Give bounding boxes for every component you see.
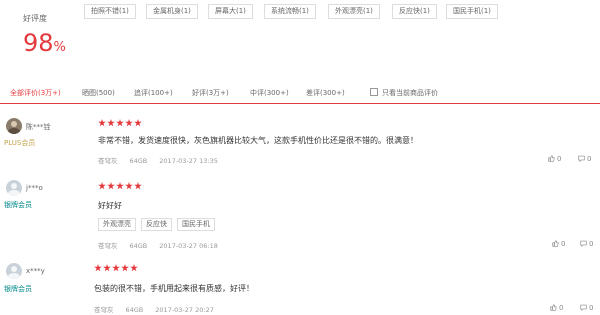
only-current-product-checkbox[interactable]: [370, 88, 378, 96]
product-color: 苍穹灰: [98, 242, 118, 250]
star-icon: [130, 264, 138, 272]
star-icon: [98, 182, 106, 190]
impression-tag[interactable]: 反应快(1): [392, 4, 437, 19]
review-tag: 国民手机: [177, 218, 215, 231]
product-storage: 64GB: [129, 157, 148, 165]
impression-tag[interactable]: 国民手机(1): [446, 4, 498, 19]
impression-tag[interactable]: 系统流畅(1): [264, 4, 316, 19]
star-icon: [107, 182, 115, 190]
comment-filter-bar: 全部评价(3万+) 晒图(500) 追评(100+) 好评(3万+) 中评(30…: [0, 82, 600, 104]
comment-count: 0: [589, 304, 594, 312]
star-icon: [112, 264, 120, 272]
review-tag: 外观漂亮: [98, 218, 136, 231]
star-icon: [107, 119, 115, 127]
comment-summary: 好评度 98% 拍照不错(1) 金属机身(1) 屏幕大(1) 系统流畅(1) 外…: [0, 0, 600, 82]
comment-count: 0: [587, 155, 592, 163]
review-tag: 反应快: [141, 218, 172, 231]
thumbs-up-icon: [550, 304, 557, 311]
like-button[interactable]: 0: [552, 240, 565, 248]
star-icon: [125, 119, 133, 127]
filter-tab-followup[interactable]: 追评(100+): [134, 88, 173, 98]
thumbs-up-icon: [548, 155, 555, 162]
star-rating: [98, 119, 143, 128]
star-rating: [94, 264, 139, 273]
star-icon: [98, 119, 106, 127]
good-rate-label: 好评度: [23, 14, 47, 23]
star-icon: [125, 182, 133, 190]
like-count: 0: [559, 304, 564, 312]
thumbs-up-icon: [552, 240, 559, 247]
good-rate-value: 98%: [23, 30, 66, 61]
review-content: 包装的很不错，手机用起来很有质感，好评！: [94, 284, 254, 293]
star-icon: [116, 182, 124, 190]
like-count: 0: [557, 155, 562, 163]
impression-tag[interactable]: 屏幕大(1): [208, 4, 253, 19]
review-content: 好好好: [98, 201, 122, 210]
avatar: [6, 118, 22, 134]
reply-button[interactable]: 0: [578, 155, 591, 163]
filter-tab-photos[interactable]: 晒图(500): [82, 88, 115, 98]
star-icon: [94, 264, 102, 272]
star-icon: [103, 264, 111, 272]
product-color: 苍穹灰: [94, 306, 114, 314]
only-current-product-label: 只看当前商品评价: [382, 89, 438, 97]
product-storage: 64GB: [129, 242, 148, 250]
review-date: 2017-03-27 13:35: [159, 157, 218, 165]
member-level: 银牌会员: [4, 201, 32, 209]
like-button[interactable]: 0: [548, 155, 561, 163]
reviewer-name: 陈***铨: [26, 123, 51, 131]
filter-tab-bad[interactable]: 差评(300+): [306, 88, 345, 98]
review-item: 陈***铨 PLUS会员 非常不错，发货速度很快，灰色旗机器比较大气，这款手机性…: [0, 112, 600, 172]
member-level: PLUS会员: [4, 139, 36, 147]
review-item: x***y 银牌会员 包装的很不错，手机用起来很有质感，好评！ 苍穹灰 64GB 2…: [0, 260, 600, 315]
filter-tab-medium[interactable]: 中评(300+): [250, 88, 289, 98]
star-rating: [98, 182, 143, 191]
star-icon: [134, 182, 142, 190]
comment-bubble-icon: [580, 240, 587, 247]
filter-tab-all[interactable]: 全部评价(3万+): [10, 88, 61, 98]
comment-bubble-icon: [580, 304, 587, 311]
impression-tag[interactable]: 金属机身(1): [146, 4, 198, 19]
review-date: 2017-03-27 06:18: [159, 242, 218, 250]
good-rate-unit: %: [53, 40, 66, 55]
review-meta: 苍穹灰 64GB 2017-03-27 20:27: [94, 304, 226, 314]
product-storage: 64GB: [125, 306, 144, 314]
impression-tag[interactable]: 拍照不错(1): [84, 4, 136, 19]
member-level: 银牌会员: [4, 285, 32, 293]
like-button[interactable]: 0: [550, 304, 563, 312]
avatar: [6, 180, 22, 196]
star-icon: [116, 119, 124, 127]
review-meta: 苍穹灰 64GB 2017-03-27 13:35: [98, 155, 230, 165]
reviewer-name: x***y: [26, 267, 45, 275]
comment-count: 0: [589, 240, 594, 248]
like-count: 0: [561, 240, 566, 248]
review-date: 2017-03-27 20:27: [155, 306, 214, 314]
reply-button[interactable]: 0: [580, 240, 593, 248]
impression-tag[interactable]: 外观漂亮(1): [328, 4, 380, 19]
product-color: 苍穹灰: [98, 157, 118, 165]
avatar: [6, 263, 22, 279]
star-icon: [134, 119, 142, 127]
review-meta: 苍穹灰 64GB 2017-03-27 06:18: [98, 240, 230, 250]
good-rate-number: 98: [23, 29, 54, 57]
star-icon: [121, 264, 129, 272]
review-content: 非常不错，发货速度很快，灰色旗机器比较大气，这款手机性价比还是很不错的。很满意！: [98, 136, 418, 145]
reply-button[interactable]: 0: [580, 304, 593, 312]
review-tags: 外观漂亮 反应快 国民手机: [98, 218, 220, 231]
comment-bubble-icon: [578, 155, 585, 162]
review-item: j***o 银牌会员 好好好 外观漂亮 反应快 国民手机 苍穹灰 64GB 2017-0…: [0, 176, 600, 254]
reviewer-name: j***o: [26, 184, 43, 192]
filter-tab-good[interactable]: 好评(3万+): [192, 88, 229, 98]
